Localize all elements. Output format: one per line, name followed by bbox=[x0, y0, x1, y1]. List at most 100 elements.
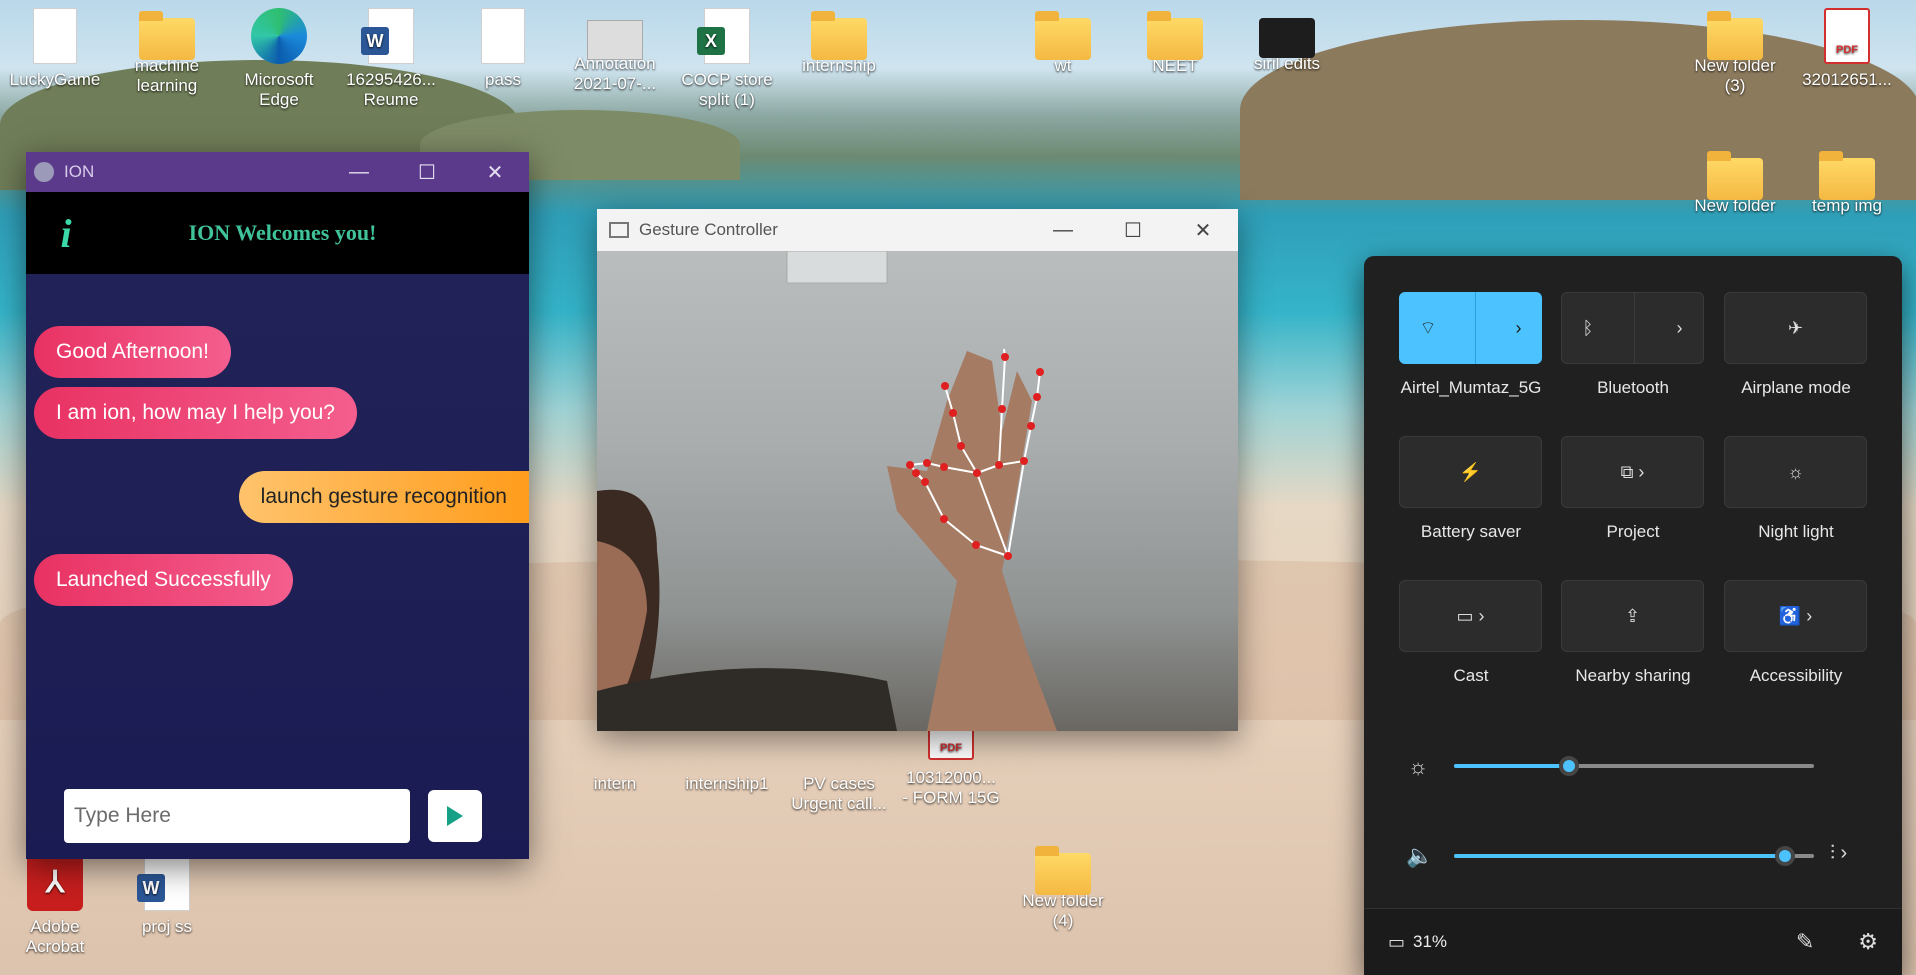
image-icon bbox=[1259, 18, 1315, 58]
night-light-icon: ☼ bbox=[1787, 461, 1804, 482]
chevron-right-icon[interactable]: › bbox=[1515, 318, 1521, 339]
desktop-icon-cocp[interactable]: COCP store split (1) bbox=[675, 8, 779, 111]
desktop-icon-label: LuckyGame bbox=[9, 70, 101, 89]
wifi-icon: ⌔ bbox=[1419, 317, 1437, 338]
desktop-icon-label: Microsoft Edge bbox=[244, 70, 314, 110]
accessibility-icon: ♿ › bbox=[1778, 605, 1813, 626]
image-icon bbox=[587, 20, 643, 60]
accessibility-tile[interactable]: ♿ › bbox=[1724, 580, 1867, 652]
desktop-icon-temp-img[interactable]: temp img bbox=[1795, 148, 1899, 216]
desktop-icon-wt[interactable]: wt bbox=[1011, 8, 1115, 76]
desktop-icon-label: pass bbox=[485, 70, 521, 89]
desktop-icon-pdf-32012651[interactable]: PDF 32012651... bbox=[1795, 8, 1899, 90]
brightness-fill bbox=[1454, 764, 1570, 768]
word-icon bbox=[361, 8, 414, 64]
welcome-text: ION Welcomes you! bbox=[188, 220, 377, 245]
desktop-icon-label: proj ss bbox=[141, 917, 193, 936]
chevron-right-icon[interactable]: › bbox=[1676, 318, 1682, 339]
volume-fill bbox=[1454, 854, 1786, 858]
ion-logo: i bbox=[60, 210, 72, 256]
desktop-icon-intern[interactable]: intern bbox=[563, 720, 667, 794]
brightness-slider[interactable] bbox=[1454, 756, 1814, 776]
window-title: Gesture Controller bbox=[639, 220, 778, 239]
gesture-titlebar[interactable]: Gesture Controller — ☐ ✕ bbox=[597, 209, 1238, 251]
minimize-button[interactable]: — bbox=[325, 152, 393, 192]
desktop-icon-internship[interactable]: internship bbox=[787, 8, 891, 76]
desktop-icon-luckygame[interactable]: LuckyGame bbox=[3, 8, 107, 90]
ion-window: ION — ☐ ✕ i ION Welcomes you! Good After… bbox=[26, 152, 529, 859]
pdf-icon: PDF bbox=[1824, 8, 1870, 64]
project-tile[interactable]: ⧉ › bbox=[1561, 436, 1704, 508]
quick-settings-footer: ▭ 31% ✎ ⚙ bbox=[1364, 908, 1902, 975]
desktop-icon-new-folder[interactable]: New folder bbox=[1683, 148, 1787, 216]
volume-icon[interactable]: 🔈 bbox=[1406, 843, 1433, 869]
bluetooth-label: Bluetooth bbox=[1597, 378, 1669, 397]
folder-icon bbox=[1707, 151, 1763, 200]
desktop-icon-new-folder-3[interactable]: New folder (3) bbox=[1683, 8, 1787, 97]
desktop-icon-pv-cases[interactable]: PV cases Urgent call... bbox=[787, 720, 891, 815]
desktop-icon-edge[interactable]: Microsoft Edge bbox=[227, 8, 331, 111]
desktop-icon-form-15g[interactable]: PDF 10312000... - FORM 15G bbox=[899, 720, 1003, 809]
bot-message: I am ion, how may I help you? bbox=[34, 387, 357, 439]
folder-icon bbox=[1147, 11, 1203, 60]
share-icon: ⇪ bbox=[1624, 605, 1641, 626]
maximize-button[interactable]: ☐ bbox=[1098, 210, 1168, 250]
volume-slider[interactable] bbox=[1454, 846, 1814, 866]
desktop-icon-reume[interactable]: 16295426... Reume bbox=[339, 8, 443, 111]
desktop-icon-neet[interactable]: NEET bbox=[1123, 8, 1227, 76]
folder-icon bbox=[139, 11, 195, 60]
chrome-folder-icon bbox=[1035, 11, 1091, 60]
chrome-folder-icon bbox=[811, 11, 867, 60]
night-light-tile[interactable]: ☼ bbox=[1724, 436, 1867, 508]
desktop-icon-pass[interactable]: pass bbox=[451, 8, 555, 90]
minimize-button[interactable]: — bbox=[1028, 210, 1098, 250]
volume-knob[interactable] bbox=[1775, 846, 1796, 866]
camera-frame-image bbox=[597, 251, 1057, 731]
nearby-sharing-tile[interactable]: ⇪ bbox=[1561, 580, 1704, 652]
desktop-icon-adobe-acrobat[interactable]: ⅄ Adobe Acrobat bbox=[3, 855, 107, 958]
send-button[interactable] bbox=[428, 790, 482, 842]
desktop-icon-label: internship1 bbox=[685, 774, 769, 793]
desktop-icon-label: Adobe Acrobat bbox=[25, 917, 85, 957]
wifi-tile[interactable]: ⌔ › bbox=[1399, 292, 1542, 364]
settings-gear-icon[interactable]: ⚙ bbox=[1858, 929, 1878, 955]
window-app-icon bbox=[609, 222, 629, 238]
folder-icon bbox=[1819, 151, 1875, 200]
desktop-icon-label: New folder (3) bbox=[1694, 56, 1776, 96]
bluetooth-icon: ᛒ bbox=[1582, 317, 1594, 338]
cast-tile[interactable]: ▭ › bbox=[1399, 580, 1542, 652]
desktop-icon-machine-learning[interactable]: machine learning bbox=[115, 8, 219, 97]
desktop-icon-internship1[interactable]: internship1 bbox=[675, 720, 779, 794]
accessibility-label: Accessibility bbox=[1749, 666, 1843, 685]
brightness-knob[interactable] bbox=[1559, 756, 1580, 776]
desktop-icon-label: machine learning bbox=[134, 56, 200, 96]
folder-icon bbox=[1707, 11, 1763, 60]
acrobat-icon: ⅄ bbox=[27, 855, 83, 911]
desktop-icon-annotation[interactable]: Annotation 2021-07-... bbox=[563, 8, 667, 95]
edge-icon bbox=[251, 8, 307, 64]
quick-settings-panel: ⌔ › Airtel_Mumtaz_5G ᛒ › Bluetooth ✈ Air… bbox=[1364, 256, 1902, 975]
message-input[interactable] bbox=[64, 789, 410, 843]
bluetooth-tile[interactable]: ᛒ › bbox=[1561, 292, 1704, 364]
excel-icon bbox=[697, 8, 750, 64]
desktop-icon-siril-edits[interactable]: siril edits bbox=[1235, 8, 1339, 74]
window-title: ION bbox=[64, 162, 95, 181]
close-button[interactable]: ✕ bbox=[461, 152, 529, 192]
send-icon bbox=[447, 806, 463, 826]
desktop-icon-label: 32012651... bbox=[1802, 70, 1892, 89]
desktop-icon-label: intern bbox=[593, 774, 637, 793]
audio-output-icon[interactable]: ⫶ › bbox=[1830, 842, 1847, 865]
airplane-mode-tile[interactable]: ✈ bbox=[1724, 292, 1867, 364]
maximize-button[interactable]: ☐ bbox=[393, 152, 461, 192]
battery-saver-tile[interactable]: ⚡ bbox=[1399, 436, 1542, 508]
nearby-sharing-label: Nearby sharing bbox=[1575, 666, 1691, 685]
globe-icon bbox=[34, 162, 54, 182]
cast-label: Cast bbox=[1453, 666, 1489, 685]
desktop-icon-label: 16295426... Reume bbox=[346, 70, 436, 110]
edit-icon[interactable]: ✎ bbox=[1796, 929, 1814, 955]
ion-titlebar[interactable]: ION — ☐ ✕ bbox=[26, 152, 529, 192]
close-button[interactable]: ✕ bbox=[1168, 210, 1238, 250]
desktop-icon-proj-ss[interactable]: proj ss bbox=[115, 855, 219, 937]
document-icon bbox=[481, 8, 525, 64]
desktop-icon-new-folder-4[interactable]: New folder (4) bbox=[1011, 843, 1115, 932]
